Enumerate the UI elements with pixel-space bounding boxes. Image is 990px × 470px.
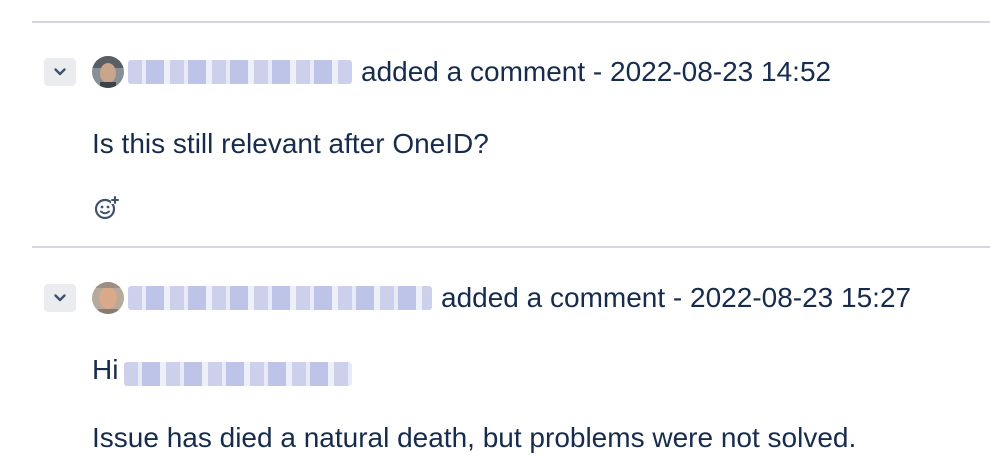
comment-body: Issue has died a natural death, but prob… [92,422,857,453]
comment-action-text: added a comment [441,282,666,313]
comment-meta: added a comment - 2022-08-23 14:52 [361,54,831,90]
user-mention-link[interactable]: Dash, James [UK] [124,362,352,386]
comment-divider [32,21,990,23]
meta-separator: - [592,56,603,87]
comment-greeting-line: Hi [92,352,118,388]
comment-timestamp-link[interactable]: 2022-08-23 14:52 [610,56,831,87]
collapse-toggle-button[interactable] [44,58,76,86]
comment-item: Dash, James [UK] added a comment - 2022-… [0,50,990,240]
mention-text: Dash, James [UK] [124,362,125,363]
author-name-link[interactable]: Dash, James [UK] [128,60,352,84]
collapse-toggle-button[interactable] [44,284,76,312]
comment-item: Tomasz Cyclops [LSI] added a comment - 2… [0,276,990,470]
chevron-down-icon [54,294,66,302]
meta-separator: - [672,282,683,313]
chevron-down-icon [54,68,66,76]
avatar[interactable] [92,282,124,314]
add-reaction-button[interactable] [92,194,120,222]
add-reaction-icon [94,196,119,220]
avatar[interactable] [92,56,124,88]
author-name-text: Dash, James [UK] [128,60,129,61]
author-name-text: Tomasz Cyclops [LSI] [128,286,129,287]
comment-header: Tomasz Cyclops [LSI] added a comment - 2… [0,276,990,324]
comment-timestamp-link[interactable]: 2022-08-23 15:27 [690,282,911,313]
comment-body: Is this still relevant after OneID? [92,128,489,159]
comment-divider [32,246,990,248]
greeting-text: Hi [92,354,119,385]
comment-action-text: added a comment [361,56,586,87]
comment-meta: added a comment - 2022-08-23 15:27 [441,280,911,316]
comment-header: Dash, James [UK] added a comment - 2022-… [0,50,990,98]
author-name-link[interactable]: Tomasz Cyclops [LSI] [128,286,432,310]
